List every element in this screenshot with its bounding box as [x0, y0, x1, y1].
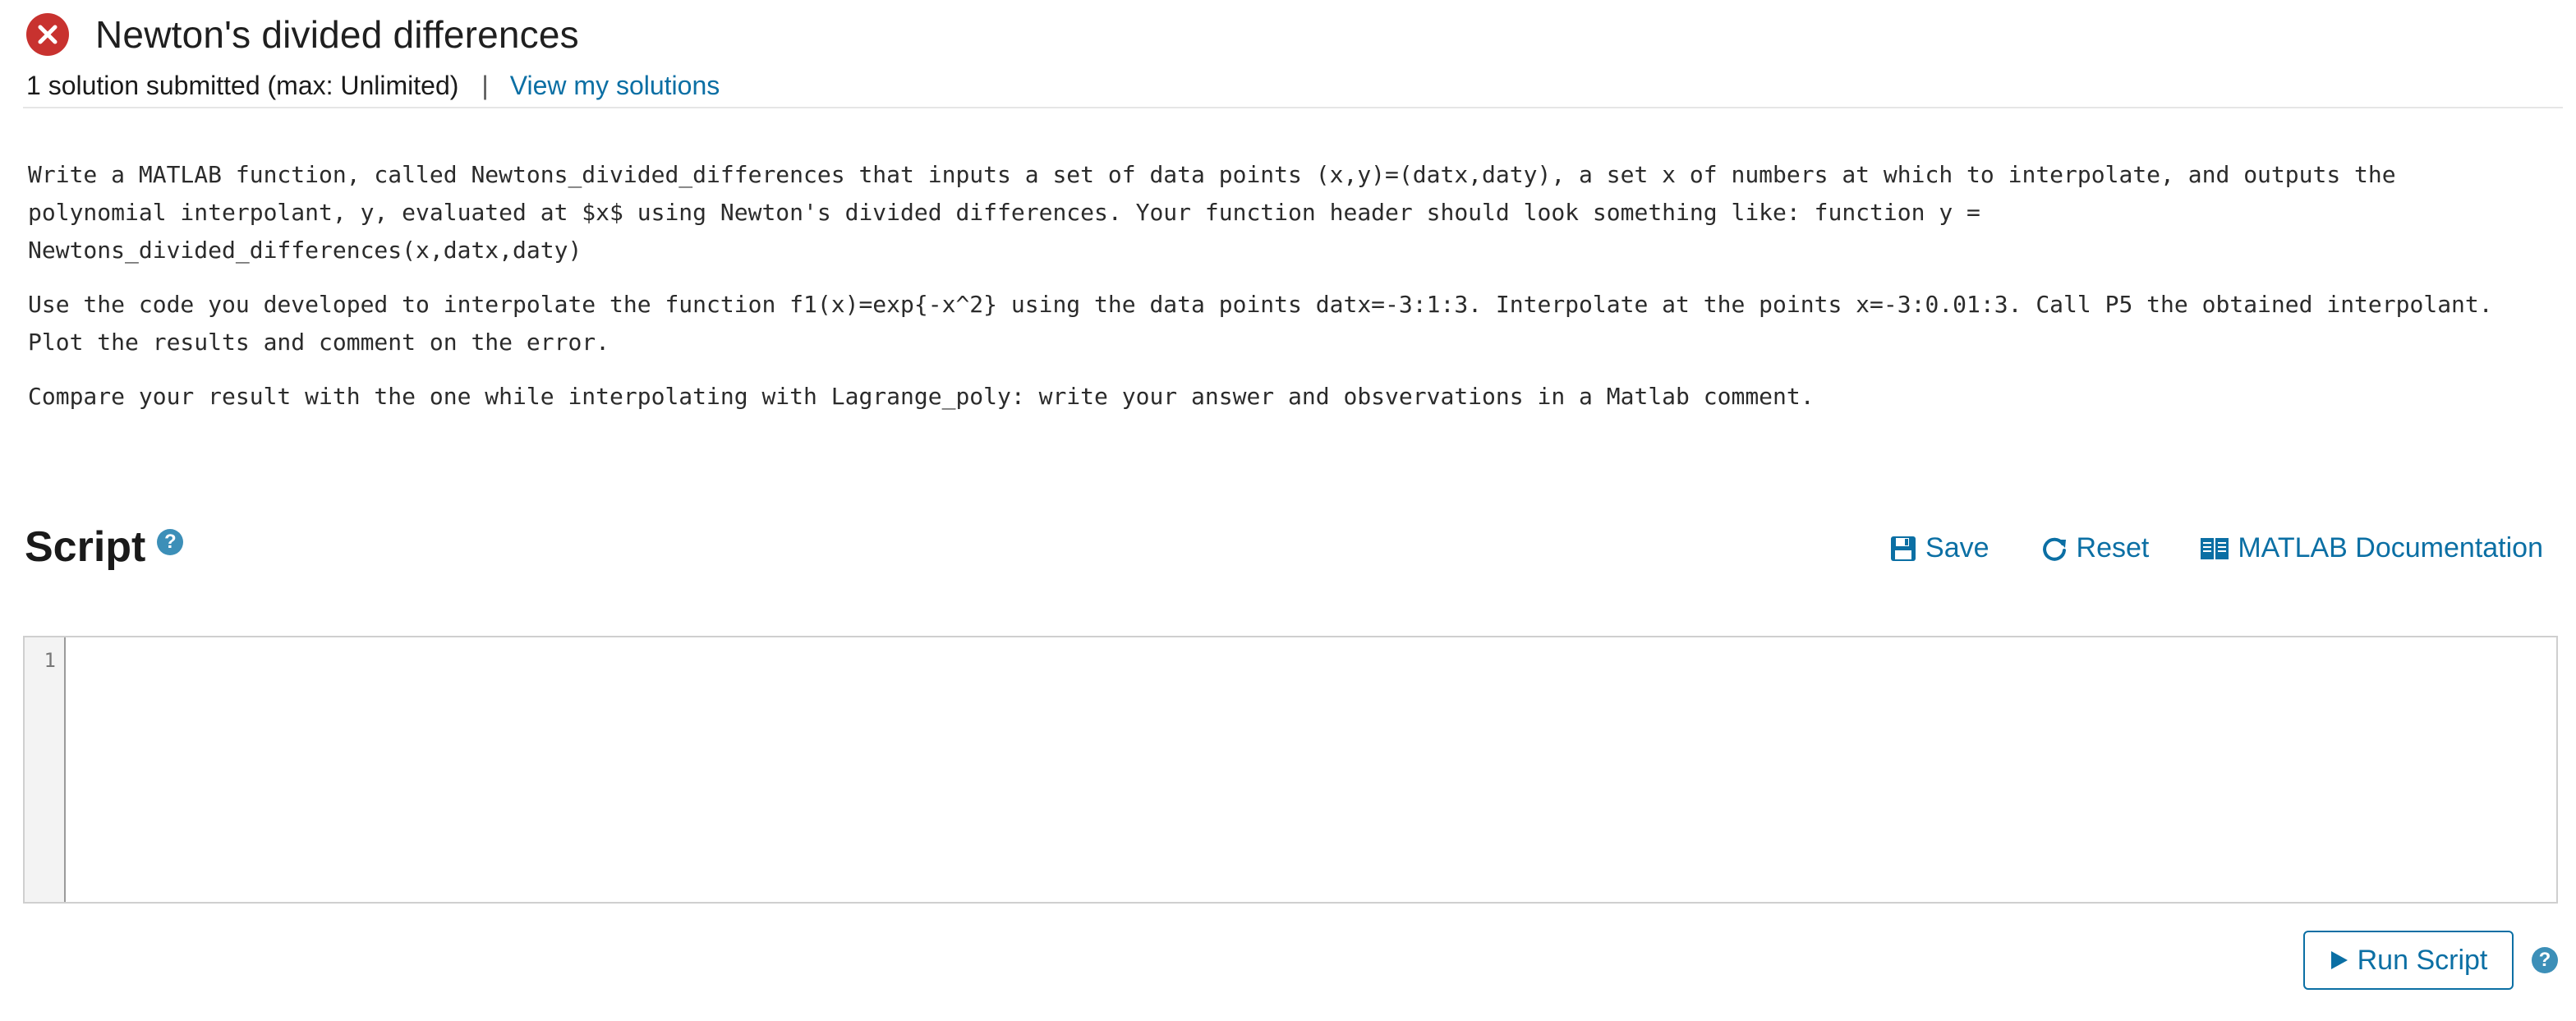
- line-number: 1: [44, 649, 56, 672]
- run-script-label: Run Script: [2357, 944, 2488, 976]
- submission-count: 1 solution submitted (max: Unlimited): [26, 70, 459, 100]
- description-paragraph: Compare your result with the one while i…: [28, 383, 1815, 410]
- description-paragraph: Write a MATLAB function, called Newtons_…: [28, 161, 2396, 264]
- script-toolbar: Save Reset MATLAB Documentation: [1838, 532, 2543, 564]
- save-label: Save: [1925, 532, 1990, 563]
- script-title-text: Script: [25, 523, 146, 571]
- floppy-disk-icon: [1891, 536, 1916, 561]
- script-header: Script ? Save Reset MATLAB Documentation: [25, 522, 2543, 580]
- matlab-documentation-button[interactable]: MATLAB Documentation: [2200, 532, 2543, 564]
- script-title: Script ?: [25, 522, 184, 572]
- header-divider: [23, 107, 2563, 108]
- submission-info-row: 1 solution submitted (max: Unlimited) | …: [26, 69, 2550, 102]
- problem-description: Write a MATLAB function, called Newtons_…: [28, 156, 2527, 432]
- title-row: Newton's divided differences: [26, 11, 2550, 57]
- problem-title: Newton's divided differences: [95, 13, 579, 56]
- code-input[interactable]: [67, 637, 2556, 902]
- separator: |: [481, 70, 489, 100]
- refresh-icon: [2042, 537, 2066, 561]
- error-x-icon: [26, 13, 69, 56]
- view-my-solutions-link[interactable]: View my solutions: [510, 71, 720, 101]
- save-button[interactable]: Save: [1889, 532, 1990, 564]
- problem-header: Newton's divided differences 1 solution …: [26, 11, 2550, 102]
- book-icon: [2201, 537, 2229, 559]
- script-editor[interactable]: 1: [23, 636, 2558, 904]
- problem-page: Newton's divided differences 1 solution …: [0, 0, 2576, 1021]
- play-icon: [2330, 951, 2348, 969]
- documentation-label: MATLAB Documentation: [2238, 532, 2543, 563]
- description-paragraph: Use the code you developed to interpolat…: [28, 291, 2493, 356]
- question-circle-icon[interactable]: ?: [157, 529, 184, 555]
- reset-button[interactable]: Reset: [2040, 532, 2150, 564]
- editor-gutter: 1: [25, 637, 66, 902]
- question-circle-icon[interactable]: ?: [2532, 947, 2558, 973]
- run-script-button[interactable]: Run Script: [2303, 931, 2514, 990]
- reset-label: Reset: [2076, 532, 2150, 563]
